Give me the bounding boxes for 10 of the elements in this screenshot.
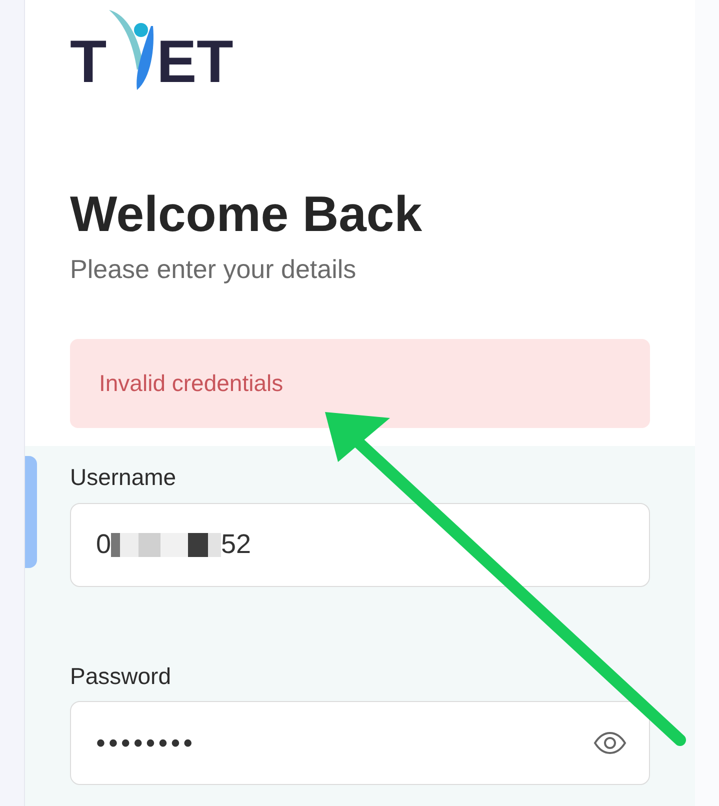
logo-letter: T xyxy=(70,32,107,92)
logo-letters: ET xyxy=(156,32,234,92)
password-label: Password xyxy=(70,662,171,690)
eye-icon[interactable] xyxy=(593,731,627,755)
alert-message: Invalid credentials xyxy=(99,369,284,398)
subheading: Please enter your details xyxy=(70,253,358,286)
username-field[interactable]: 0 52 xyxy=(70,502,650,586)
username-label: Username xyxy=(70,463,176,492)
password-field[interactable]: •••••••• xyxy=(70,701,650,785)
page-heading: Welcome Back xyxy=(70,187,424,242)
